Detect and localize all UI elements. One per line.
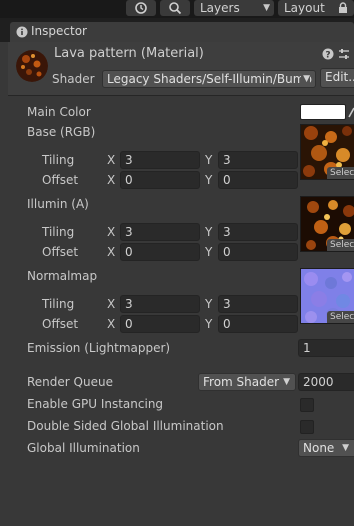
chevron-down-icon: ▼	[301, 71, 310, 87]
render-queue-field[interactable]: 2000	[298, 373, 354, 391]
edit-shader-button[interactable]: Edit...	[320, 68, 354, 88]
render-queue-label: Render Queue	[27, 375, 113, 389]
shader-value: Legacy Shaders/Self-Illumin/Bump	[107, 72, 313, 86]
x-label: X	[107, 225, 116, 239]
tiling-label: Tiling	[42, 153, 75, 167]
global-illumination-dropdown[interactable]: None ▼	[298, 439, 354, 457]
gpu-instancing-label: Enable GPU Instancing	[27, 397, 164, 411]
normalmap-texture-label: Normalmap	[27, 269, 98, 283]
x-label: X	[107, 297, 116, 311]
lock-icon[interactable]	[338, 2, 348, 14]
material-preview-thumbnail[interactable]	[16, 50, 48, 82]
y-label: Y	[205, 225, 213, 239]
x-label: X	[107, 153, 116, 167]
illumin-tiling-y-field[interactable]: 3	[218, 223, 298, 241]
x-label: X	[107, 245, 116, 259]
shader-label: Shader	[52, 72, 95, 86]
render-queue-mode-value: From Shader	[203, 375, 280, 389]
global-illumination-label: Global Illumination	[27, 441, 140, 455]
select-texture-button[interactable]: Select	[327, 239, 354, 251]
svg-text:?: ?	[325, 51, 330, 61]
select-texture-button[interactable]: Select	[327, 167, 354, 179]
chevron-down-icon: ▼	[342, 443, 349, 453]
history-button[interactable]	[126, 0, 156, 16]
tiling-label: Tiling	[42, 225, 75, 239]
search-button[interactable]	[160, 0, 190, 16]
illumin-texture-slot[interactable]: Select	[300, 196, 354, 252]
normal-offset-y-field[interactable]: 0	[218, 315, 298, 333]
x-label: X	[107, 173, 116, 187]
main-color-label: Main Color	[27, 105, 91, 119]
offset-label: Offset	[42, 173, 79, 187]
tab-title: Inspector	[31, 24, 87, 38]
material-title: Lava pattern (Material)	[54, 46, 204, 61]
normal-tiling-x-field[interactable]: 3	[120, 295, 200, 313]
layers-label: Layers	[200, 1, 240, 15]
render-queue-mode-dropdown[interactable]: From Shader ▼	[198, 373, 296, 391]
info-icon	[16, 26, 28, 38]
base-texture-slot[interactable]: Select	[300, 124, 354, 180]
y-label: Y	[205, 153, 213, 167]
normal-tiling-y-field[interactable]: 3	[218, 295, 298, 313]
global-illumination-value: None	[303, 441, 335, 455]
gpu-instancing-checkbox[interactable]	[300, 398, 314, 412]
material-header: Lava pattern (Material) Shader Legacy Sh…	[8, 42, 354, 96]
y-label: Y	[205, 317, 213, 331]
tab-strip: Inspector	[0, 18, 354, 42]
offset-label: Offset	[42, 245, 79, 259]
x-label: X	[107, 317, 116, 331]
sliders-icon[interactable]	[338, 48, 350, 60]
help-icon[interactable]: ?	[322, 48, 334, 60]
illumin-tiling-x-field[interactable]: 3	[120, 223, 200, 241]
offset-label: Offset	[42, 317, 79, 331]
y-label: Y	[205, 297, 213, 311]
normal-offset-x-field[interactable]: 0	[120, 315, 200, 333]
select-texture-button[interactable]: Select	[327, 311, 354, 323]
chevron-down-icon: ▼	[283, 377, 290, 387]
illumin-texture-label: Illumin (A)	[27, 197, 89, 211]
eyedropper-icon[interactable]	[348, 106, 354, 118]
layout-label: Layout	[284, 1, 325, 15]
double-sided-gi-checkbox[interactable]	[300, 420, 314, 434]
search-icon	[169, 2, 182, 15]
base-tiling-x-field[interactable]: 3	[120, 151, 200, 169]
normalmap-texture-slot[interactable]: Select	[300, 268, 354, 324]
layers-dropdown[interactable]: Layers ▼	[194, 0, 274, 16]
shader-dropdown[interactable]: Legacy Shaders/Self-Illumin/Bump ▼	[102, 70, 316, 88]
main-color-swatch[interactable]	[300, 104, 346, 120]
edit-label: Edit...	[325, 70, 354, 84]
base-tiling-y-field[interactable]: 3	[218, 151, 298, 169]
emission-label: Emission (Lightmapper)	[27, 341, 171, 355]
chevron-down-icon: ▼	[263, 3, 270, 13]
y-label: Y	[205, 245, 213, 259]
double-sided-gi-label: Double Sided Global Illumination	[27, 419, 224, 433]
illumin-offset-y-field[interactable]: 0	[218, 243, 298, 261]
history-icon	[135, 2, 147, 14]
base-offset-x-field[interactable]: 0	[120, 171, 200, 189]
y-label: Y	[205, 173, 213, 187]
emission-field[interactable]: 1	[298, 339, 354, 357]
top-toolbar: Layers ▼ Layout	[0, 0, 354, 18]
base-offset-y-field[interactable]: 0	[218, 171, 298, 189]
illumin-offset-x-field[interactable]: 0	[120, 243, 200, 261]
base-texture-label: Base (RGB)	[27, 125, 96, 139]
tab-inspector[interactable]: Inspector	[10, 22, 354, 42]
tiling-label: Tiling	[42, 297, 75, 311]
